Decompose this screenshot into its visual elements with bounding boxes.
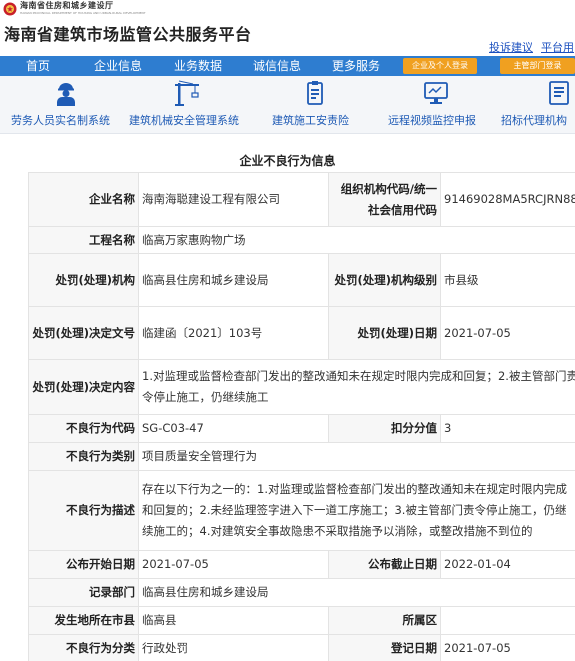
behavior-category-label: 不良行为类别 <box>28 442 139 471</box>
behavior-class-value: 行政处罚 <box>138 634 329 661</box>
quick-link-labor[interactable]: 劳务人员实名制系统 <box>0 76 125 134</box>
publish-end-label: 公布截止日期 <box>328 550 441 579</box>
nav-credit[interactable]: 诚信信息 <box>253 56 301 76</box>
site-title: 海南省建筑市场监管公共服务平台 <box>4 25 252 44</box>
record-dept-value: 临高县住房和城乡建设局 <box>138 578 575 607</box>
platform-link[interactable]: 平台用 <box>541 41 574 54</box>
main-nav: 首页 企业信息 业务数据 诚信信息 更多服务 企业及个人登录 主管部门登录 <box>0 56 575 76</box>
quick-link-label: 建筑机械安全管理系统 <box>129 114 239 127</box>
publish-start-label: 公布开始日期 <box>28 550 139 579</box>
deduct-value: 3 <box>440 414 575 443</box>
table-row: 工程名称 临高万家惠购物广场 <box>28 226 575 254</box>
crane-icon <box>175 80 199 106</box>
quick-link-label: 劳务人员实名制系统 <box>11 114 110 127</box>
org-code-label: 组织机构代码/统一社会信用代码 <box>328 172 441 227</box>
quick-link-machinery[interactable]: 建筑机械安全管理系统 <box>125 76 255 134</box>
table-row: 处罚(处理)机构 临高县住房和城乡建设局 处罚(处理)机构级别 市县级 <box>28 253 575 307</box>
penalty-date-label: 处罚(处理)日期 <box>328 306 441 360</box>
enterprise-login-button[interactable]: 企业及个人登录 <box>403 58 477 74</box>
nav-enterprise[interactable]: 企业信息 <box>94 56 142 76</box>
worker-icon <box>57 83 75 106</box>
department-name: 海南省住房和城乡建设厅 <box>20 1 114 10</box>
emblem-icon <box>3 2 17 16</box>
department-subtitle: HAINAN PROVINCIAL DEPARTMENT OF HOUSING … <box>20 11 146 15</box>
document-icon <box>549 81 569 105</box>
deduct-label: 扣分分值 <box>328 414 441 443</box>
nav-more-services[interactable]: 更多服务 <box>332 56 380 76</box>
table-row: 处罚(处理)决定文号 临建函〔2021〕103号 处罚(处理)日期 2021-0… <box>28 306 575 360</box>
nav-business-data[interactable]: 业务数据 <box>174 56 222 76</box>
quick-link-label: 招标代理机构 <box>501 114 567 127</box>
quick-link-label: 远程视频监控申报 <box>388 114 476 127</box>
quick-links: 劳务人员实名制系统 建筑机械安全管理系统 建筑施工安责险 远程视频监控申报 招标… <box>0 76 575 134</box>
district-value <box>440 606 575 635</box>
behavior-desc-value: 存在以下行为之一的：1.对监理或监督检查部门发出的整改通知未在规定时限内完成和回… <box>138 470 575 551</box>
org-code-value: 91469028MA5RCJRN88 <box>440 172 575 227</box>
table-row: 企业名称 海南海聪建设工程有限公司 组织机构代码/统一社会信用代码 914690… <box>28 172 575 227</box>
decision-no-value: 临建函〔2021〕103号 <box>138 306 329 360</box>
project-value: 临高万家惠购物广场 <box>138 226 575 254</box>
register-date-value: 2021-07-05 <box>440 634 575 661</box>
table-row: 不良行为分类 行政处罚 登记日期 2021-07-05 <box>28 634 575 661</box>
quick-link-video[interactable]: 远程视频监控申报 <box>382 76 492 134</box>
dept-login-button[interactable]: 主管部门登录 <box>500 58 575 74</box>
table-row: 不良行为类别 项目质量安全管理行为 <box>28 442 575 471</box>
decision-content-label: 处罚(处理)决定内容 <box>28 359 139 415</box>
page-title: 企业不良行为信息 <box>239 154 336 168</box>
penalty-org-label: 处罚(处理)机构 <box>28 253 139 307</box>
penalty-level-value: 市县级 <box>440 253 575 307</box>
insurance-icon <box>307 81 323 105</box>
publish-end-value: 2022-01-04 <box>440 550 575 579</box>
table-row: 不良行为代码 SG-C03-47 扣分分值 3 <box>28 414 575 443</box>
decision-no-label: 处罚(处理)决定文号 <box>28 306 139 360</box>
utility-links: 投诉建议 平台用 <box>489 39 575 55</box>
complaint-link[interactable]: 投诉建议 <box>489 41 533 54</box>
table-row: 公布开始日期 2021-07-05 公布截止日期 2022-01-04 <box>28 550 575 579</box>
decision-content-value: 1.对监理或监督检查部门发出的整改通知未在规定时限内完成和回复；2.被主管部门责… <box>138 359 575 415</box>
nav-home[interactable]: 首页 <box>26 56 50 76</box>
quick-link-tender[interactable]: 招标代理机构 <box>495 76 575 134</box>
behavior-desc-label: 不良行为描述 <box>28 470 139 551</box>
project-label: 工程名称 <box>28 226 139 254</box>
enterprise-name-label: 企业名称 <box>28 172 139 227</box>
district-label: 所属区 <box>328 606 441 635</box>
table-row: 不良行为描述 存在以下行为之一的：1.对监理或监督检查部门发出的整改通知未在规定… <box>28 470 575 551</box>
city-value: 临高县 <box>138 606 329 635</box>
publish-start-value: 2021-07-05 <box>138 550 329 579</box>
quick-link-insurance[interactable]: 建筑施工安责险 <box>262 76 372 134</box>
table-row: 发生地所在市县 临高县 所属区 <box>28 606 575 635</box>
table-row: 处罚(处理)决定内容 1.对监理或监督检查部门发出的整改通知未在规定时限内完成和… <box>28 359 575 415</box>
penalty-org-value: 临高县住房和城乡建设局 <box>138 253 329 307</box>
city-label: 发生地所在市县 <box>28 606 139 635</box>
enterprise-name-value: 海南海聪建设工程有限公司 <box>138 172 329 227</box>
penalty-date-value: 2021-07-05 <box>440 306 575 360</box>
site-header: 海南省住房和城乡建设厅 HAINAN PROVINCIAL DEPARTMENT… <box>0 0 575 56</box>
bad-behavior-table: 企业名称 海南海聪建设工程有限公司 组织机构代码/统一社会信用代码 914690… <box>28 172 575 661</box>
behavior-code-value: SG-C03-47 <box>138 414 329 443</box>
behavior-category-value: 项目质量安全管理行为 <box>138 442 575 471</box>
record-dept-label: 记录部门 <box>28 578 139 607</box>
table-row: 记录部门 临高县住房和城乡建设局 <box>28 578 575 607</box>
register-date-label: 登记日期 <box>328 634 441 661</box>
behavior-code-label: 不良行为代码 <box>28 414 139 443</box>
video-monitor-icon <box>424 82 448 104</box>
penalty-level-label: 处罚(处理)机构级别 <box>328 253 441 307</box>
quick-link-label: 建筑施工安责险 <box>272 114 349 127</box>
behavior-class-label: 不良行为分类 <box>28 634 139 661</box>
